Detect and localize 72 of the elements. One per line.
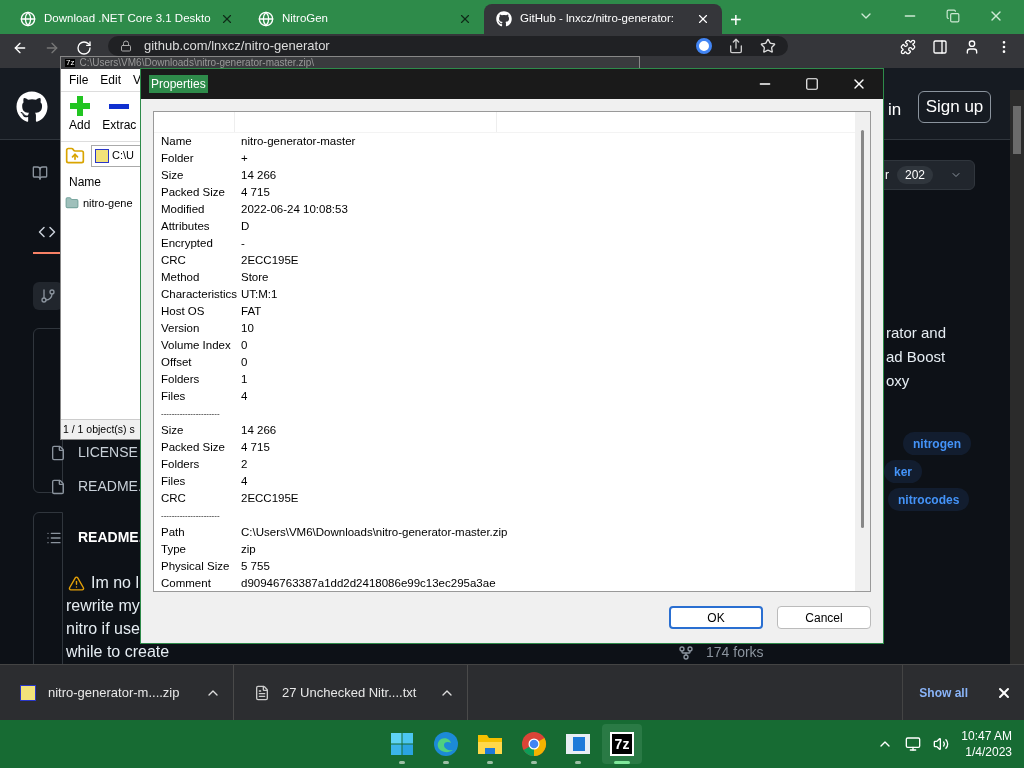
separator-line: ---------------------- xyxy=(161,409,220,418)
property-value: nitro-generator-master xyxy=(241,135,356,148)
property-value: 14 266 xyxy=(241,424,277,437)
property-value: 10 xyxy=(241,322,254,335)
property-name: Type xyxy=(161,543,187,556)
property-value: 2ECC195E xyxy=(241,254,299,267)
property-name: Path xyxy=(161,526,186,539)
property-name: Size xyxy=(161,169,185,182)
property-name: Packed Size xyxy=(161,186,226,199)
property-value: 5 755 xyxy=(241,560,270,573)
property-name: Comment xyxy=(161,577,212,590)
property-value: FAT xyxy=(241,305,262,318)
property-name: Version xyxy=(161,322,201,335)
property-name: Size xyxy=(161,424,185,437)
property-name: Encrypted xyxy=(161,237,214,250)
property-value: 4 xyxy=(241,475,248,488)
property-value: 0 xyxy=(241,356,248,369)
property-name: Files xyxy=(161,475,187,488)
download-name: 27 Unchecked Nitr....txt xyxy=(282,683,417,702)
window-title: C:\Users\VM6\Downloads\nitro-generator-master.zip\ xyxy=(79,58,314,68)
star-label: r xyxy=(885,167,889,184)
property-name: Physical Size xyxy=(161,560,231,573)
property-value: + xyxy=(241,152,248,165)
property-name: Attributes xyxy=(161,220,211,233)
download-name: nitro-generator-m....zip xyxy=(48,683,180,702)
property-name: Packed Size xyxy=(161,441,226,454)
property-value: 4 715 xyxy=(241,186,270,199)
property-name: Modified xyxy=(161,203,206,216)
tab-title: GitHub - lnxcz/nitro-generator: xyxy=(520,11,676,27)
property-value: UT:M:1 xyxy=(241,288,278,301)
readme-text: Im no l xyxy=(91,574,139,592)
property-name: CRC xyxy=(161,254,187,267)
property-value: D xyxy=(241,220,250,233)
dialog-title: Properties xyxy=(149,75,208,93)
tab-title: Download .NET Core 3.1 Deskto xyxy=(44,11,212,27)
url-text: github.com/lnxcz/nitro-generator xyxy=(144,37,330,56)
property-value: 2 xyxy=(241,458,248,471)
star-count: 202 xyxy=(897,166,934,184)
property-value: 14 266 xyxy=(241,169,277,182)
about-text: rator and xyxy=(886,323,947,343)
property-value: d90946763387a1dd2d2418086e99c13ec295a3ae xyxy=(241,577,496,590)
property-name: Characteristics xyxy=(161,288,239,301)
property-name: Host OS xyxy=(161,305,206,318)
property-name: Folders xyxy=(161,458,201,471)
readme-text: rewrite my xyxy=(66,597,140,615)
property-name: Volume Index xyxy=(161,339,232,352)
property-value: C:\Users\VM6\Downloads\nitro-generator-master.zip xyxy=(241,526,508,539)
readme-title: README. xyxy=(78,528,143,547)
property-name: Folders xyxy=(161,373,201,386)
property-value: 2022-06-24 10:08:53 xyxy=(241,203,348,216)
separator-line: ---------------------- xyxy=(161,511,220,520)
property-name: Name xyxy=(161,135,193,148)
tab-title: NitroGen xyxy=(282,11,330,27)
property-value: 2ECC195E xyxy=(241,492,299,505)
property-value: 0 xyxy=(241,339,248,352)
property-value: 4 xyxy=(241,390,248,403)
property-name: Files xyxy=(161,390,187,403)
property-value: zip xyxy=(241,543,256,556)
readme-text: nitro if use xyxy=(66,620,140,638)
property-value: 1 xyxy=(241,373,248,386)
property-value: - xyxy=(241,237,245,250)
about-text: ad Boost xyxy=(886,347,946,367)
property-value: 4 715 xyxy=(241,441,270,454)
property-name: Offset xyxy=(161,356,193,369)
property-name: Method xyxy=(161,271,201,284)
sevenzip-icon: 7z xyxy=(65,59,76,67)
readme-text: while to create xyxy=(66,643,170,661)
property-name: Folder xyxy=(161,152,195,165)
property-name: CRC xyxy=(161,492,187,505)
property-value: Store xyxy=(241,271,269,284)
about-text: oxy xyxy=(886,371,910,391)
status-text: 1 / 1 object(s) s xyxy=(63,421,135,437)
